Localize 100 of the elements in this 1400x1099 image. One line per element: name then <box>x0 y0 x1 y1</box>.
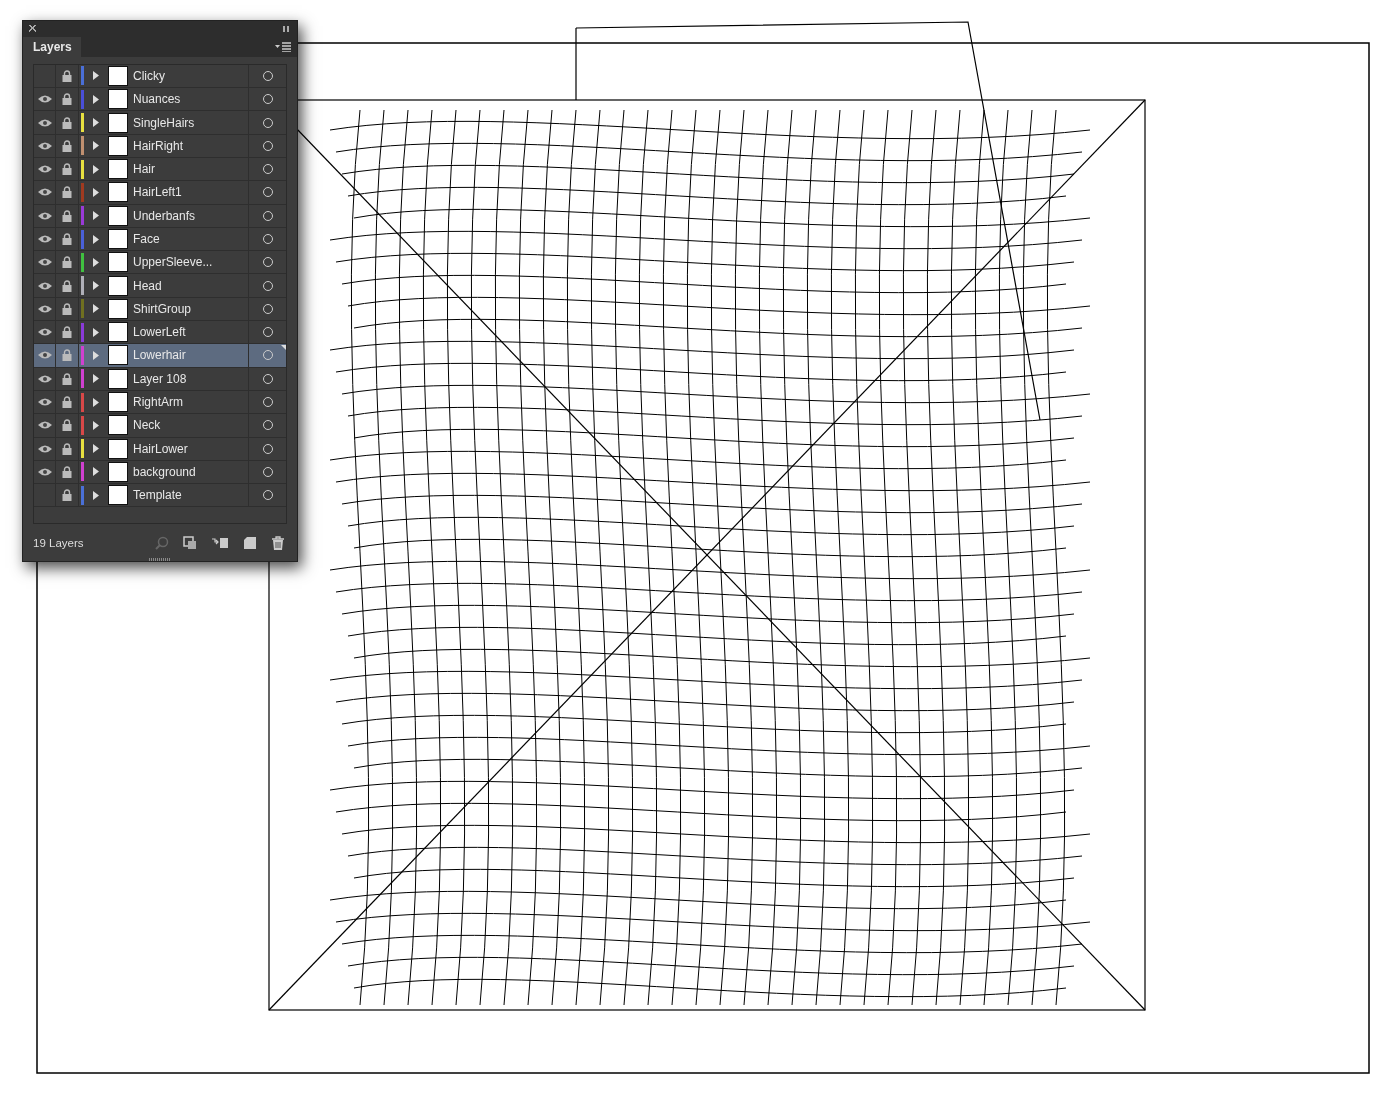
lock-icon[interactable] <box>62 489 72 502</box>
expand-triangle-icon[interactable] <box>92 327 99 337</box>
layer-row[interactable]: ShirtGroup <box>34 297 286 322</box>
eye-icon[interactable] <box>37 118 52 127</box>
expand-triangle-icon[interactable] <box>92 351 99 360</box>
lock-icon[interactable] <box>62 302 72 315</box>
eye-icon[interactable] <box>37 467 52 476</box>
expand-triangle-icon[interactable] <box>92 490 99 500</box>
eye-icon[interactable] <box>37 258 52 267</box>
layer-thumbnail <box>108 485 128 506</box>
lock-icon[interactable] <box>62 465 72 478</box>
trash-icon[interactable] <box>271 535 285 551</box>
eye-icon[interactable] <box>37 188 52 197</box>
layer-name: Hair <box>133 162 156 177</box>
expand-triangle-icon[interactable] <box>92 374 99 384</box>
expand-triangle-icon[interactable] <box>92 71 99 81</box>
layer-row[interactable]: UpperSleeve... <box>34 251 286 275</box>
eye-icon[interactable] <box>37 165 52 174</box>
layers-tab[interactable]: Layers <box>23 36 81 57</box>
layer-row[interactable]: Head <box>34 274 286 298</box>
lock-icon[interactable] <box>62 116 72 129</box>
lock-icon[interactable] <box>62 209 72 222</box>
panel-menu-icon[interactable] <box>275 41 291 52</box>
eye-icon[interactable] <box>37 235 52 243</box>
layer-name: Neck <box>133 418 162 433</box>
eye-icon[interactable] <box>37 211 52 220</box>
lock-icon[interactable] <box>62 233 72 245</box>
eye-icon[interactable] <box>37 304 52 313</box>
layer-row[interactable]: background <box>34 460 286 485</box>
expand-triangle-icon[interactable] <box>92 304 99 314</box>
layer-row[interactable]: HairLower <box>34 437 286 461</box>
eye-icon[interactable] <box>37 398 52 407</box>
eye-icon[interactable] <box>37 95 52 104</box>
close-icon[interactable] <box>29 25 36 33</box>
selection-corner-icon <box>281 345 286 351</box>
lock-icon[interactable] <box>62 372 72 385</box>
layer-row[interactable]: Hair <box>34 157 286 182</box>
expand-triangle-icon[interactable] <box>92 444 99 454</box>
layer-name: background <box>133 464 197 479</box>
lock-icon[interactable] <box>62 256 72 269</box>
new-sublayer-icon[interactable] <box>211 537 229 550</box>
expand-triangle-icon[interactable] <box>92 397 99 407</box>
expand-triangle-icon[interactable] <box>92 211 99 221</box>
lock-icon[interactable] <box>62 419 72 432</box>
expand-triangle-icon[interactable] <box>92 257 99 267</box>
lock-icon[interactable] <box>62 396 72 409</box>
collapse-icon[interactable] <box>283 25 291 32</box>
eye-icon[interactable] <box>37 351 52 360</box>
new-layer-icon[interactable] <box>243 536 257 551</box>
layer-name: Head <box>133 278 163 293</box>
eye-icon[interactable] <box>37 141 52 150</box>
clipping-mask-icon[interactable] <box>183 536 197 551</box>
expand-triangle-icon[interactable] <box>92 467 99 477</box>
layer-thumbnail <box>108 322 128 343</box>
lock-icon[interactable] <box>62 186 72 199</box>
layer-row[interactable]: Underbanfs <box>34 204 286 228</box>
eye-icon[interactable] <box>37 281 52 290</box>
lock-icon[interactable] <box>62 69 72 82</box>
layer-thumbnail <box>108 275 128 296</box>
lock-icon[interactable] <box>62 279 72 292</box>
expand-triangle-icon[interactable] <box>92 118 99 127</box>
layer-row[interactable]: HairLeft1 <box>34 181 286 205</box>
layer-row[interactable]: Lowerhair <box>34 344 286 368</box>
expand-triangle-icon[interactable] <box>92 234 99 244</box>
eye-icon[interactable] <box>37 421 52 430</box>
lock-icon[interactable] <box>62 139 72 152</box>
layer-thumbnail <box>108 182 128 203</box>
expand-triangle-icon[interactable] <box>92 281 99 291</box>
lock-icon[interactable] <box>62 442 72 455</box>
lock-icon[interactable] <box>62 349 72 362</box>
layer-name: RightArm <box>133 395 184 410</box>
resize-grip[interactable] <box>149 558 171 561</box>
layer-name: ShirtGroup <box>133 301 193 316</box>
layer-name: Clicky <box>133 68 166 83</box>
layer-row[interactable]: Template <box>34 484 286 508</box>
layer-row[interactable]: Clicky <box>34 64 286 89</box>
expand-triangle-icon[interactable] <box>92 187 99 197</box>
layer-name: LowerLeft <box>133 325 187 340</box>
layer-row[interactable]: HairRight <box>34 134 286 158</box>
eye-icon[interactable] <box>37 374 52 383</box>
layer-name: Underbanfs <box>133 208 197 223</box>
layer-name: SingleHairs <box>133 115 196 130</box>
layer-row[interactable]: Nuances <box>34 88 286 112</box>
layer-row[interactable]: RightArm <box>34 390 286 415</box>
eye-icon[interactable] <box>37 444 52 453</box>
layer-row[interactable]: Layer 108 <box>34 367 286 391</box>
lock-icon[interactable] <box>62 93 72 106</box>
layer-thumbnail <box>108 438 128 459</box>
layer-thumbnail <box>108 112 128 133</box>
layer-name: Layer 108 <box>133 371 188 386</box>
expand-triangle-icon[interactable] <box>92 94 99 104</box>
layer-row[interactable]: Neck <box>34 414 286 438</box>
eye-icon[interactable] <box>37 328 52 337</box>
layer-row[interactable]: Face <box>34 227 286 252</box>
layer-row[interactable]: SingleHairs <box>34 111 286 135</box>
lock-icon[interactable] <box>62 326 72 339</box>
expand-triangle-icon[interactable] <box>92 164 99 174</box>
expand-triangle-icon[interactable] <box>92 420 99 430</box>
expand-triangle-icon[interactable] <box>92 141 99 151</box>
lock-icon[interactable] <box>62 163 72 176</box>
